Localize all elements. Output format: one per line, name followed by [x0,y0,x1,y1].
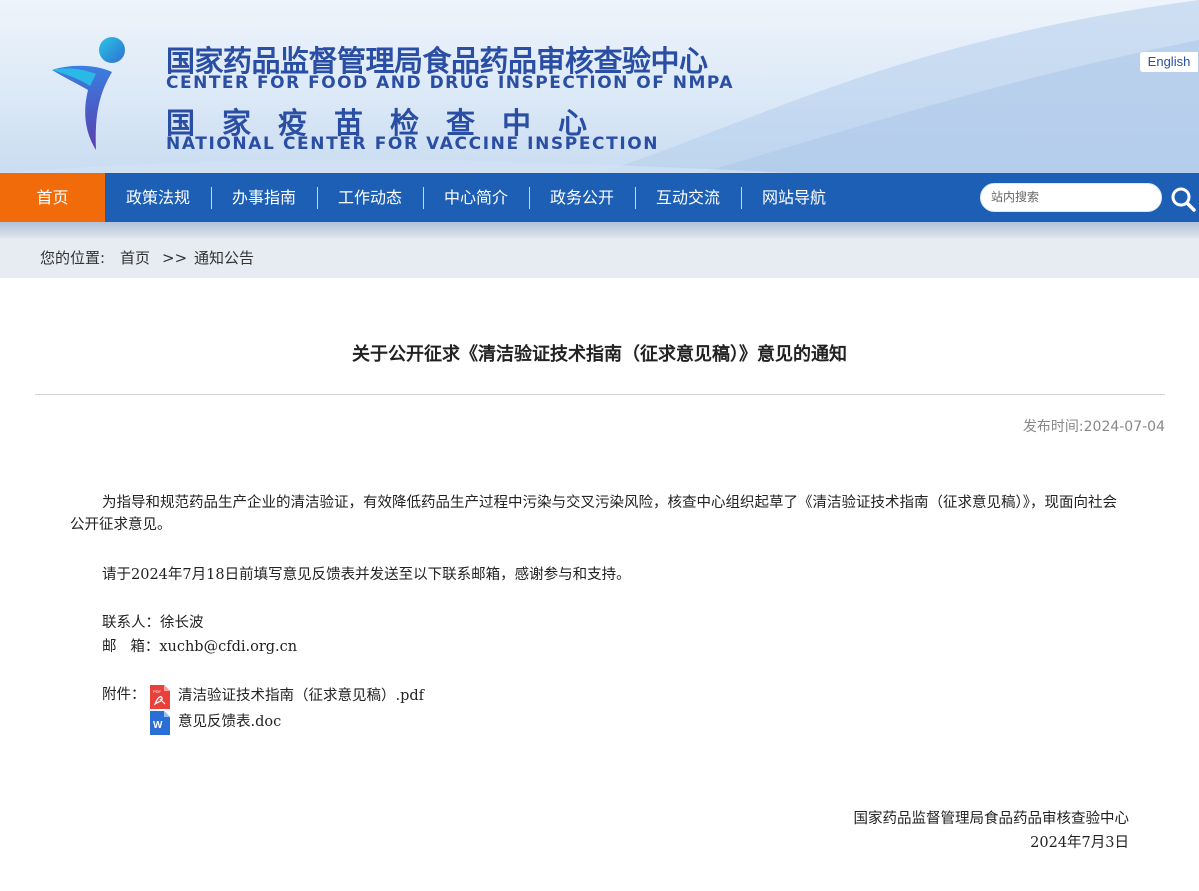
nav-item-interaction[interactable]: 互动交流 [640,173,736,222]
site-search-input[interactable]: 站内搜索 [980,183,1162,212]
nav-separator [211,187,212,209]
article-paragraph: 为指导和规范药品生产企业的清洁验证，有效降低药品生产过程中污染与交叉污染风险，核… [70,495,1117,533]
nmpa-logo [52,37,125,150]
nav-item-news[interactable]: 工作动态 [322,173,418,222]
site-title-en: CENTER FOR FOOD AND DRUG INSPECTION OF N… [166,73,734,93]
word-file-icon[interactable]: W [150,711,170,735]
nav-item-policy[interactable]: 政策法规 [110,173,206,222]
svg-text:PDF: PDF [153,689,162,694]
title-divider [35,394,1165,395]
attachments-label: 附件： [102,687,146,703]
nav-separator [423,187,424,209]
nav-item-guide[interactable]: 办事指南 [216,173,312,222]
article-title: 关于公开征求《清洁验证技术指南（征求意见稿）》意见的通知 [352,344,847,365]
breadcrumb: 您的位置: 首页 >> 通知公告 [0,238,1199,278]
nav-item-public[interactable]: 政务公开 [534,173,630,222]
nav-item-home[interactable]: 首页 [0,173,105,222]
english-language-button[interactable]: English [1140,52,1198,72]
publish-date-value: 2024-07-04 [1083,419,1165,435]
svg-text:W: W [153,720,163,731]
header-banner: 国家药品监督管理局食品药品审核查验中心 CENTER FOR FOOD AND … [0,0,1199,173]
publish-date-label: 发布时间: [1022,419,1084,435]
nav-shadow [0,222,1199,238]
breadcrumb-home-link[interactable]: 首页 [120,238,150,278]
nav-separator [635,187,636,209]
attachment-pdf-link[interactable]: 清洁验证技术指南（征求意见稿）.pdf [178,685,424,707]
nav-separator [741,187,742,209]
contact-email: 邮 箱：xuchb@cfdi.org.cn [102,639,298,655]
article-paragraph: 请于2024年7月18日前填写意见反馈表并发送至以下联系邮箱，感谢参与和支持。 [102,567,631,583]
pdf-file-icon[interactable]: PDF [150,685,170,709]
attachment-doc-link[interactable]: 意见反馈表.doc [178,711,281,733]
breadcrumb-current-link[interactable]: 通知公告 [194,238,254,278]
publish-date: 发布时间:2024-07-04 [1023,416,1165,436]
signature-date: 2024年7月3日 [1030,835,1129,851]
site-subtitle-en: NATIONAL CENTER FOR VACCINE INSPECTION [166,134,660,154]
search-icon[interactable] [1170,186,1196,212]
signature-organization: 国家药品监督管理局食品药品审核查验中心 [853,811,1130,827]
nav-item-sitemap[interactable]: 网站导航 [746,173,842,222]
nav-separator [317,187,318,209]
contact-person: 联系人：徐长波 [102,615,204,631]
nav-separator [529,187,530,209]
nav-item-about[interactable]: 中心简介 [428,173,524,222]
breadcrumb-prefix: 您的位置: [40,249,106,267]
breadcrumb-separator: >> [162,249,188,267]
